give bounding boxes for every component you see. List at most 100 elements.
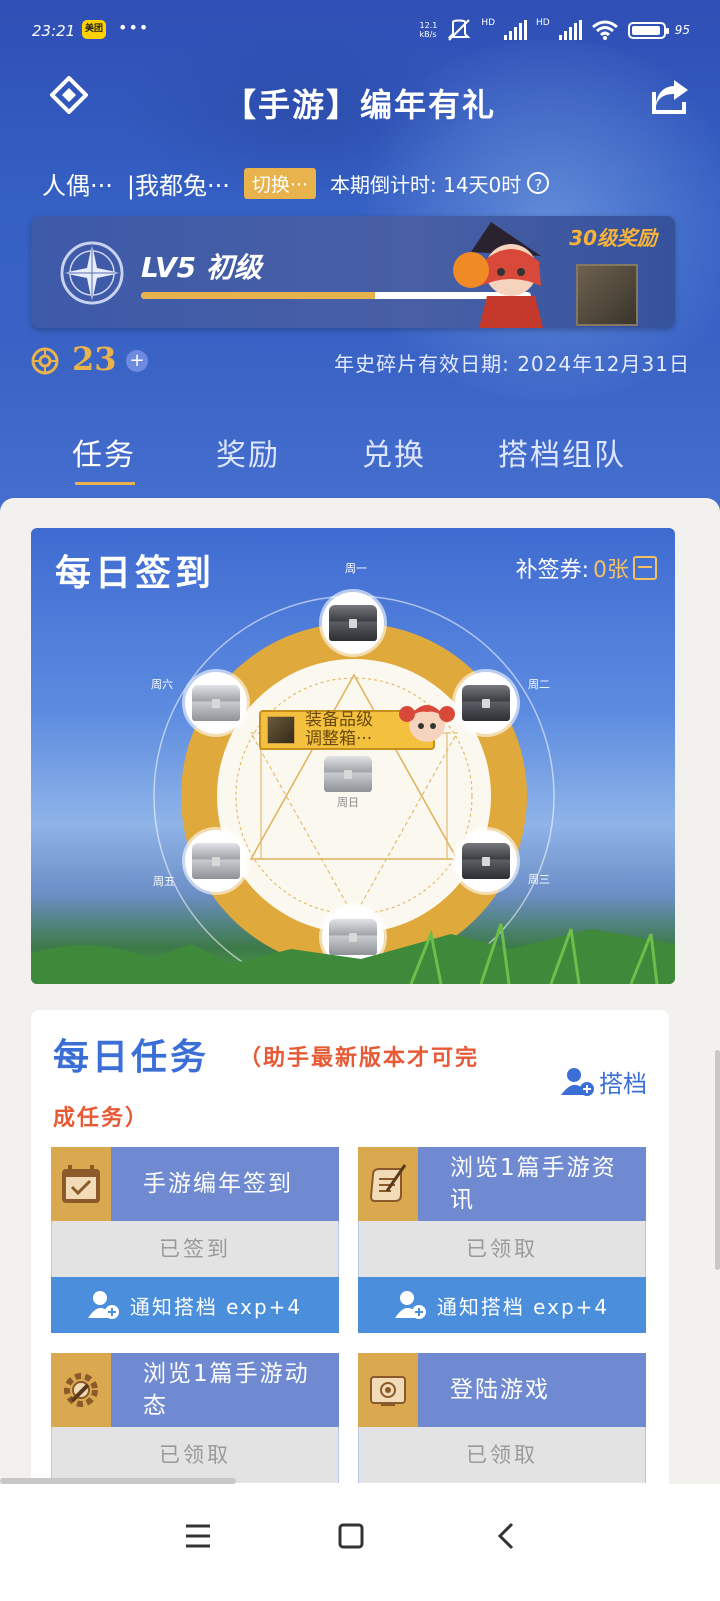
tab-bar: 任务 奖励 兑换 搭档组队 <box>0 430 720 490</box>
chest-icon <box>192 843 240 879</box>
character-name: 人偶··· <box>42 171 113 200</box>
coin-expiry-text: 年史碎片有效日期: 2024年12月31日 <box>334 352 690 376</box>
wifi-icon <box>591 20 618 40</box>
chest-icon <box>462 843 510 879</box>
back-icon[interactable] <box>482 1512 530 1560</box>
task-name: 浏览1篇手游资讯 <box>450 1155 617 1213</box>
page-title: 【手游】编年有礼 <box>223 86 496 124</box>
chest-icon <box>462 685 510 721</box>
add-partner-icon <box>561 1067 594 1096</box>
countdown-text: 本期倒计时: 14天0时 <box>330 172 522 197</box>
app-header: 【手游】编年有礼 <box>0 72 720 132</box>
mascot-girl-art <box>399 705 455 742</box>
version-note-line2: 成任务） <box>53 1106 150 1131</box>
home-icon[interactable] <box>327 1512 375 1560</box>
hd-label-2: HD <box>536 18 550 28</box>
network-speed: 12.1 kB/s <box>419 21 438 39</box>
task-status: 已签到 <box>51 1221 339 1277</box>
status-icons: 12.1 kB/s HD HD 95 <box>419 18 690 42</box>
level-label: LV5 初级 <box>141 251 262 284</box>
notify-partner-button[interactable]: 通知搭档 exp+4 <box>358 1277 646 1333</box>
add-coins-button[interactable]: + <box>126 350 148 372</box>
witch-character-art <box>453 222 543 328</box>
tab-exchange[interactable]: 兑换 <box>362 430 426 474</box>
active-tab-indicator <box>75 482 135 485</box>
add-person-icon <box>394 1291 426 1319</box>
day-chest-sat[interactable] <box>185 672 247 734</box>
switch-account-button[interactable]: 切换··· <box>243 167 316 199</box>
task-name: 登陆游戏 <box>450 1377 550 1403</box>
version-note-line1: （助手最新版本才可完 <box>239 1046 480 1071</box>
day-label-tue: 周二 <box>528 678 550 691</box>
battery-icon <box>627 21 669 39</box>
level-reward-label[interactable]: 30级奖励 <box>569 222 657 251</box>
task-header: 浏览1篇手游动态 <box>51 1353 339 1427</box>
hd-label-1: HD <box>481 18 496 28</box>
level-progress-fill <box>141 292 375 299</box>
task-card: 手游编年签到 已签到 通知搭档 exp+4 <box>51 1147 339 1335</box>
status-bar: 23:21 美团 ••• 12.1 kB/s HD HD 95 <box>0 0 720 60</box>
task-header: 登陆游戏 <box>358 1353 646 1427</box>
task-status: 已领取 <box>51 1427 339 1483</box>
level-card[interactable]: LV5 初级 30级奖励 <box>31 216 675 328</box>
partner-button[interactable]: 搭档 <box>561 1064 647 1099</box>
task-header: 手游编年签到 <box>51 1147 339 1221</box>
day-label-wed: 周三 <box>528 873 550 886</box>
task-name: 浏览1篇手游动态 <box>143 1361 310 1419</box>
system-navigation-bar <box>0 1484 720 1601</box>
grass-foreground <box>31 923 675 984</box>
reward-box-icon[interactable] <box>576 264 638 326</box>
center-day-label: 周日 <box>337 796 359 809</box>
menu-icon[interactable] <box>174 1512 222 1560</box>
meituan-app-icon: 美团 <box>82 20 106 39</box>
notify-label: 通知搭档 exp+4 <box>436 1294 610 1319</box>
share-icon[interactable] <box>650 76 692 116</box>
day-chest-fri[interactable] <box>185 830 247 892</box>
server-name: |我都兔··· <box>126 171 230 200</box>
mute-icon <box>447 19 471 41</box>
add-person-icon <box>87 1291 119 1319</box>
day-chest-mon[interactable] <box>322 592 384 654</box>
coin-row: 23 + 年史碎片有效日期: 2024年12月31日 <box>30 340 690 382</box>
coin-count: 23 <box>72 340 117 378</box>
daily-tasks-card: 每日任务 （助手最新版本才可完 成任务） 搭档 手游编年签到 已签到 通知搭档 … <box>31 1010 669 1490</box>
notify-partner-button[interactable]: 通知搭档 exp+4 <box>51 1277 339 1333</box>
vertical-scrollbar[interactable] <box>715 1050 720 1270</box>
more-notifications-icon: ••• <box>118 18 150 37</box>
partner-label: 搭档 <box>599 1070 647 1098</box>
tab-rewards[interactable]: 奖励 <box>216 430 280 474</box>
chest-icon <box>192 685 240 721</box>
daily-tasks-title: 每日任务 <box>53 1037 210 1078</box>
day-label-mon: 周一 <box>345 562 367 575</box>
reward-item-name: 装备品级 调整箱··· <box>305 710 373 749</box>
day-chest-tue[interactable] <box>455 672 517 734</box>
help-icon[interactable]: ? <box>527 172 550 194</box>
tab-tasks[interactable]: 任务 <box>72 430 136 474</box>
center-chest[interactable]: 周日 <box>317 756 379 812</box>
task-status: 已领取 <box>358 1427 646 1483</box>
chest-icon <box>324 756 372 792</box>
task-status: 已领取 <box>358 1221 646 1277</box>
calendar-task-icon <box>51 1147 111 1221</box>
day-label-sat: 周六 <box>151 678 173 691</box>
notify-label: 通知搭档 exp+4 <box>129 1294 303 1319</box>
game-screen-icon <box>358 1353 418 1427</box>
scroll-quill-icon <box>358 1147 418 1221</box>
coin-icon <box>31 347 59 375</box>
battery-level: 95 <box>674 23 690 37</box>
status-time: 23:21 <box>32 22 76 40</box>
reward-item-icon <box>267 716 295 744</box>
compass-icon <box>60 241 124 305</box>
task-card: 浏览1篇手游资讯 已领取 通知搭档 exp+4 <box>358 1147 646 1335</box>
day-label-fri: 周五 <box>153 875 175 888</box>
signal-icon-2 <box>558 20 582 40</box>
chest-icon <box>329 605 377 641</box>
task-name: 手游编年签到 <box>143 1171 293 1197</box>
day-chest-wed[interactable] <box>455 830 517 892</box>
task-header: 浏览1篇手游资讯 <box>358 1147 646 1221</box>
daily-checkin-card: 每日签到 补签券: 0张 周一 周二 周三 周日 周五 周六 周日 装备品级 调… <box>31 528 675 984</box>
user-info-row: 人偶··· |我都兔··· 切换··· 本期倒计时: 14天0时 ? <box>42 165 692 201</box>
tab-partner-team[interactable]: 搭档组队 <box>498 430 626 474</box>
signal-icon-1 <box>504 20 528 40</box>
countdown: 本期倒计时: 14天0时 ? <box>330 169 550 198</box>
